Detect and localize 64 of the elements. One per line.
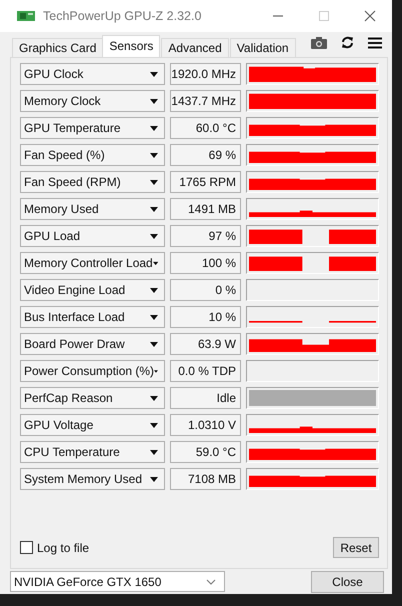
sensor-selector[interactable]: Fan Speed (%) xyxy=(20,144,165,166)
sensor-value: 100 % xyxy=(170,252,241,274)
tab[interactable]: Sensors xyxy=(102,35,160,57)
sensor-selector[interactable]: Fan Speed (RPM) xyxy=(20,171,165,193)
sensor-selector[interactable]: GPU Load xyxy=(20,225,165,247)
caret-icon xyxy=(150,72,158,76)
tab[interactable]: Advanced xyxy=(161,38,229,57)
refresh-icon[interactable] xyxy=(341,36,354,49)
tab[interactable]: Validation xyxy=(230,38,296,57)
caret-icon xyxy=(150,450,158,454)
sensor-value: 1765 RPM xyxy=(170,171,241,193)
checkbox[interactable] xyxy=(20,541,33,554)
sensor-value: 1920.0 MHz xyxy=(170,63,241,85)
caret-icon xyxy=(150,342,158,346)
sensor-value: 69 % xyxy=(170,144,241,166)
caret-icon xyxy=(152,260,158,266)
chevron-down-icon xyxy=(206,578,216,584)
sensor-value: 63.9 W xyxy=(170,333,241,355)
sensor-selector[interactable]: Video Engine Load xyxy=(20,279,165,301)
sensor-value: 1491 MB xyxy=(170,198,241,220)
sensor-selector[interactable]: GPU Voltage xyxy=(20,414,165,436)
menu-icon[interactable] xyxy=(368,36,382,48)
close-icon[interactable] xyxy=(364,10,376,22)
caret-icon xyxy=(150,206,158,212)
sensor-value: 60.0 °C xyxy=(170,117,241,139)
caret-icon xyxy=(150,314,158,320)
sensor-value: 1437.7 MHz xyxy=(170,90,241,112)
sensor-selector[interactable]: Power Consumption (%) xyxy=(20,360,165,382)
sensor-value: Idle xyxy=(170,387,241,409)
sensor-value: 1.0310 V xyxy=(170,414,241,436)
window-title: TechPowerUp GPU-Z 2.32.0 xyxy=(43,9,202,23)
sensor-value: 97 % xyxy=(170,225,241,247)
caret-icon xyxy=(150,288,158,292)
sensor-selector[interactable]: GPU Temperature xyxy=(20,117,165,139)
sensor-selector[interactable]: PerfCap Reason xyxy=(20,387,165,409)
caret-icon xyxy=(150,180,158,184)
sensor-selector[interactable]: Memory Controller Load xyxy=(20,252,165,274)
gpu-dropdown[interactable]: NVIDIA GeForce GTX 1650 xyxy=(10,571,225,592)
sensor-value: 0.0 % TDP xyxy=(170,360,241,382)
tab[interactable]: Graphics Card xyxy=(12,38,104,57)
sensor-value: 10 % xyxy=(170,306,241,328)
checkbox-label: Log to file xyxy=(37,540,90,554)
reset-button[interactable]: Reset xyxy=(333,537,379,558)
sensor-value: 59.0 °C xyxy=(170,441,241,463)
close-button[interactable]: Close xyxy=(311,570,384,592)
caret-icon xyxy=(150,476,158,482)
caret-icon xyxy=(154,368,158,374)
sensor-selector[interactable]: System Memory Used xyxy=(20,468,165,490)
sensor-selector[interactable]: GPU Clock xyxy=(20,63,165,85)
sensor-value: 7108 MB xyxy=(170,468,241,490)
caret-icon xyxy=(150,126,158,130)
sensor-selector[interactable]: Memory Clock xyxy=(20,90,165,112)
sensor-selector[interactable]: Board Power Draw xyxy=(20,333,165,355)
sensor-value: 0 % xyxy=(170,279,241,301)
caret-icon xyxy=(150,234,158,238)
caret-icon xyxy=(150,98,158,104)
graphics-card-icon xyxy=(17,9,35,23)
sensor-selector[interactable]: CPU Temperature xyxy=(20,441,165,463)
caret-icon xyxy=(150,396,158,400)
sensor-selector[interactable]: Bus Interface Load xyxy=(20,306,165,328)
camera-icon[interactable] xyxy=(311,36,327,48)
sensor-selector[interactable]: Memory Used xyxy=(20,198,165,220)
caret-icon xyxy=(150,422,158,428)
caret-icon xyxy=(150,152,158,158)
